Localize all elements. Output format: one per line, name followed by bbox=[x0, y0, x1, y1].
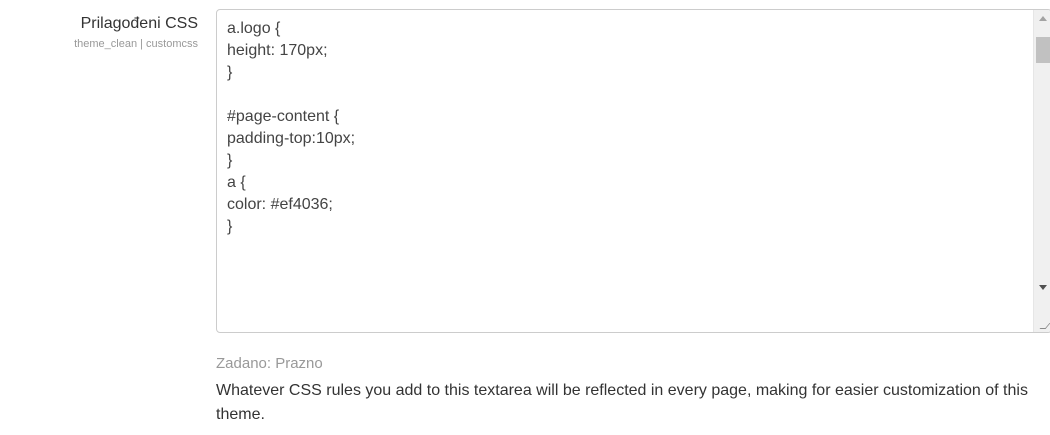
setting-identifier: theme_clean | customcss bbox=[74, 38, 198, 50]
setting-description: Whatever CSS rules you add to this texta… bbox=[216, 382, 1028, 423]
scroll-up-arrow-icon[interactable] bbox=[1039, 16, 1047, 21]
setting-label: Prilagođeni CSS theme_clean | customcss bbox=[0, 14, 198, 52]
custom-css-textarea[interactable]: a.logo { height: 170px; } #page-content … bbox=[216, 9, 1050, 333]
resize-grip-icon[interactable] bbox=[1033, 314, 1050, 332]
setting-title: Prilagođeni CSS bbox=[80, 15, 198, 32]
scroll-thumb[interactable] bbox=[1036, 37, 1050, 63]
scroll-down-arrow-icon[interactable] bbox=[1039, 285, 1047, 290]
vertical-scrollbar[interactable] bbox=[1033, 10, 1050, 314]
default-value-text: Zadano: Prazno bbox=[216, 355, 323, 372]
custom-css-value[interactable]: a.logo { height: 170px; } #page-content … bbox=[227, 18, 1027, 238]
